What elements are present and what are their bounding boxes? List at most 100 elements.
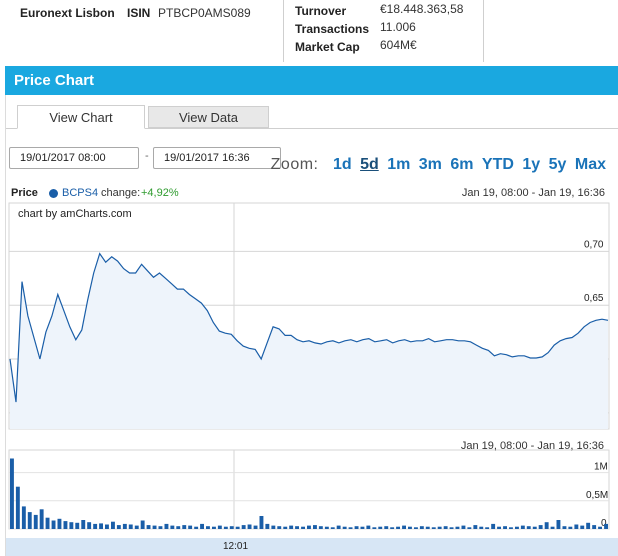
volume-bar	[414, 527, 418, 529]
volume-bar	[146, 525, 151, 529]
volume-bar	[562, 526, 567, 529]
volume-y-tick: 1M	[594, 462, 608, 473]
volume-bar	[437, 526, 442, 529]
volume-bar	[271, 525, 276, 529]
volume-bar	[449, 527, 454, 529]
volume-y-tick: 0,5M	[586, 490, 608, 501]
volume-bar	[87, 522, 92, 529]
time-scroll-strip	[6, 538, 618, 556]
volume-bar	[461, 525, 466, 529]
volume-bar	[396, 526, 400, 529]
divider	[483, 0, 484, 62]
turnover-label: Turnover	[295, 4, 347, 18]
turnover-value: €18.448.363,58	[380, 2, 464, 16]
volume-bar	[116, 525, 121, 529]
volume-bar	[342, 526, 347, 529]
volume-bar	[307, 525, 311, 529]
volume-bar	[354, 526, 359, 529]
price-chart[interactable]: 0,700,650,600,551M0,5M0	[6, 95, 618, 556]
volume-bar	[384, 526, 389, 529]
isin-value: PTBCP0AMS089	[158, 6, 251, 20]
volume-bar	[419, 526, 424, 529]
volume-bar	[194, 526, 199, 529]
volume-bar	[247, 524, 252, 529]
volume-bar	[318, 526, 323, 529]
volume-bar	[21, 506, 26, 529]
volume-bar	[81, 520, 86, 529]
volume-bar	[592, 525, 597, 529]
volume-bar	[313, 525, 317, 529]
volume-bar	[140, 520, 145, 529]
volume-bar	[455, 526, 460, 529]
volume-bar	[520, 525, 525, 529]
volume-bar	[283, 526, 288, 529]
volume-bar	[93, 523, 98, 529]
volume-bar	[253, 525, 258, 529]
volume-bar	[330, 527, 335, 529]
volume-bar	[574, 524, 579, 529]
volume-bar	[63, 521, 68, 529]
volume-bar	[69, 522, 74, 529]
volume-bar	[51, 520, 56, 529]
time-axis-label: 12:01	[223, 541, 249, 552]
exchange-name: Euronext Lisbon	[20, 6, 115, 20]
volume-bar	[206, 526, 210, 529]
volume-bar	[39, 509, 44, 530]
volume-bar	[443, 526, 448, 529]
volume-bar	[122, 523, 127, 529]
volume-bar	[509, 527, 513, 529]
volume-bar	[229, 526, 234, 529]
volume-bar	[515, 526, 519, 529]
volume-bar	[105, 524, 109, 529]
volume-bar	[10, 458, 14, 529]
volume-bar	[241, 525, 246, 529]
volume-bar	[111, 521, 115, 529]
volume-bar	[503, 526, 507, 529]
volume-bar	[532, 526, 537, 529]
volume-bar	[57, 518, 62, 529]
volume-bar	[491, 523, 496, 529]
volume-bar	[235, 526, 240, 529]
volume-bar	[259, 516, 264, 529]
volume-bar	[402, 525, 406, 529]
volume-bar	[550, 526, 555, 529]
volume-bar	[212, 526, 216, 529]
price-y-tick: 0,70	[584, 239, 604, 250]
volume-bar	[289, 525, 294, 529]
transactions-value: 11.006	[380, 20, 416, 34]
volume-bar	[408, 526, 412, 529]
volume-bar	[33, 514, 38, 529]
volume-bar	[301, 526, 305, 529]
volume-bar	[378, 526, 383, 529]
price-chart-header: Price Chart	[5, 66, 618, 95]
volume-bar	[27, 512, 32, 529]
volume-bar	[479, 526, 484, 529]
volume-bar	[265, 523, 270, 529]
volume-bar	[568, 526, 573, 529]
volume-bar	[182, 525, 187, 529]
volume-bar	[176, 526, 181, 529]
volume-bar	[324, 526, 329, 529]
volume-bar	[188, 525, 193, 529]
divider	[283, 0, 284, 62]
volume-bar	[295, 526, 299, 529]
price-y-tick: 0,65	[584, 293, 604, 304]
volume-bar	[217, 525, 222, 529]
volume-bar	[164, 523, 169, 529]
chart-credit[interactable]: chart by amCharts.com	[18, 208, 132, 220]
volume-bar	[390, 527, 395, 529]
volume-bar	[497, 526, 501, 529]
volume-bar	[75, 522, 80, 529]
volume-bar	[152, 525, 157, 529]
volume-bar	[538, 525, 543, 529]
volume-bar	[170, 525, 175, 529]
market-cap-value: 604M€	[380, 38, 417, 52]
volume-bar	[158, 526, 163, 529]
tab-view-chart[interactable]: View Chart	[17, 105, 145, 129]
stock-info: Euronext Lisbon ISIN PTBCP0AMS089 Turnov…	[0, 0, 618, 64]
volume-bar	[336, 525, 341, 529]
volume-bar	[485, 527, 490, 529]
volume-bar	[473, 525, 478, 529]
volume-bar	[604, 523, 608, 529]
volume-bar	[128, 524, 133, 529]
